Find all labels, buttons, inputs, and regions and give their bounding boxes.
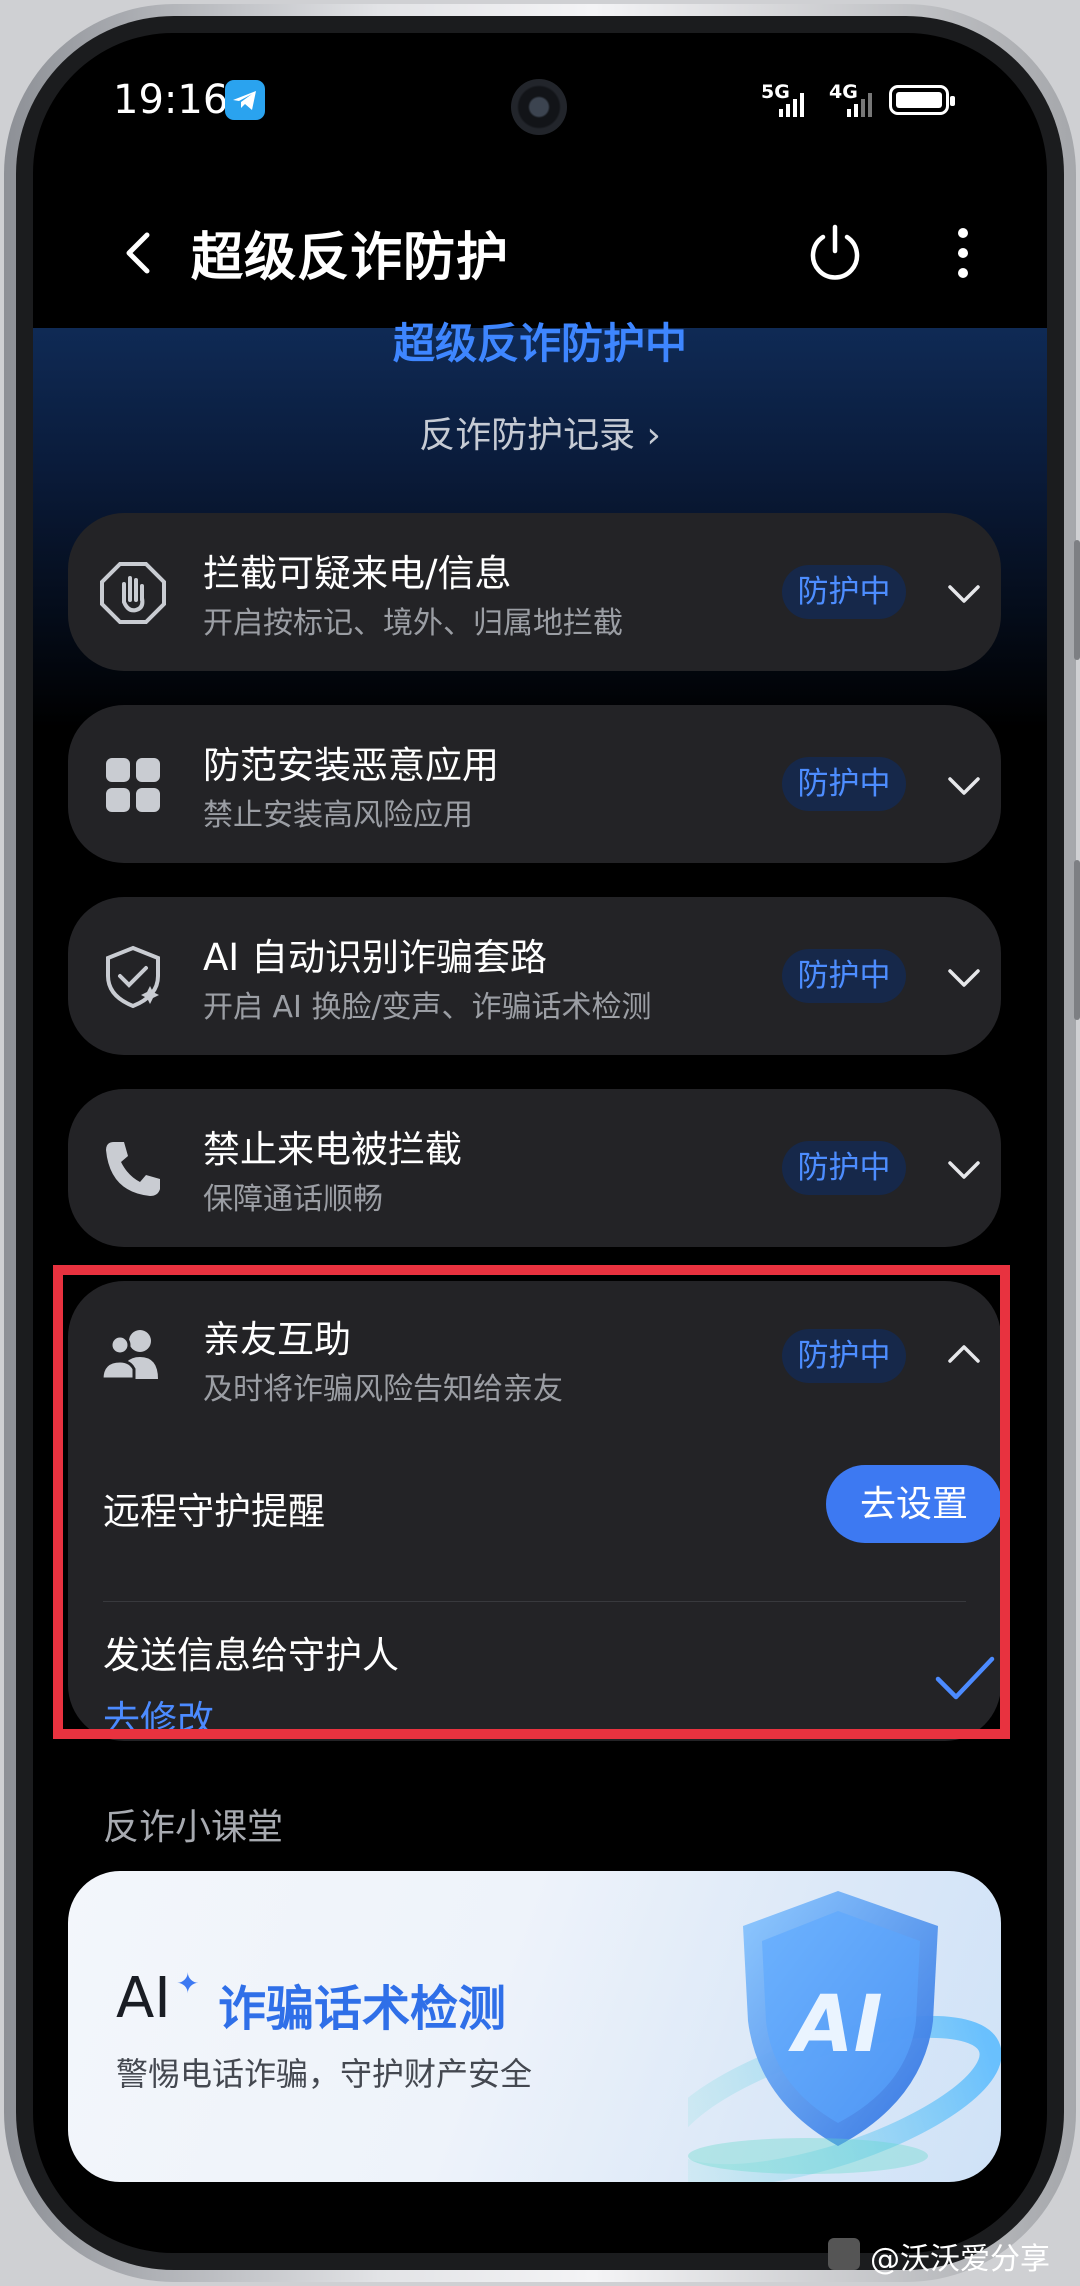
power-side-button	[1074, 860, 1080, 1020]
card-subtitle: 开启按标记、境外、归属地拦截	[203, 606, 623, 641]
chevron-down-icon[interactable]	[946, 575, 982, 611]
shield-ai-text: AI	[787, 1980, 882, 2070]
banner-title: 诈骗话术检测	[218, 1981, 507, 2037]
record-link[interactable]: 反诈防护记录 ›	[33, 406, 1047, 458]
card-subtitle: 开启 AI 换脸/变声、诈骗话术检测	[203, 990, 652, 1025]
screen: 19:16 5G 4G 超级反诈防护中 反诈防护记录 › 超级反诈防护 拦截可疑…	[33, 33, 1047, 2253]
telegram-icon	[225, 80, 265, 120]
chevron-down-icon[interactable]	[946, 767, 982, 803]
card-title: 禁止来电被拦截	[203, 1128, 462, 1171]
power-icon[interactable]	[803, 221, 867, 285]
status-badge: 防护中	[782, 757, 906, 811]
status-badge: 防护中	[782, 565, 906, 619]
shield-ai-icon	[98, 942, 168, 1012]
sparkle-icon: ✦	[176, 1967, 200, 2000]
card-subtitle: 保障通话顺畅	[203, 1182, 383, 1217]
watermark: @沃沃爱分享	[870, 2242, 1050, 2277]
card-title: AI 自动识别诈骗套路	[203, 936, 547, 979]
card-ai-detection[interactable]: AI 自动识别诈骗套路 开启 AI 换脸/变声、诈骗话术检测 防护中	[68, 897, 1001, 1055]
status-bar: 19:16 5G 4G	[33, 33, 1047, 163]
banner-subtitle: 警惕电话诈骗，守护财产安全	[116, 2055, 533, 2093]
card-intercept-calls[interactable]: 拦截可疑来电/信息 开启按标记、境外、归属地拦截 防护中	[68, 513, 1001, 671]
volume-button	[1074, 540, 1080, 660]
card-allow-calls[interactable]: 禁止来电被拦截 保障通话顺畅 防护中	[68, 1089, 1001, 1247]
front-camera	[511, 79, 567, 135]
phone-icon	[98, 1134, 168, 1204]
app-bar: 超级反诈防护	[33, 203, 1047, 303]
back-arrow-icon[interactable]	[111, 223, 171, 283]
status-badge: 防护中	[782, 949, 906, 1003]
highlight-box	[53, 1265, 1010, 1739]
hand-stop-icon	[98, 558, 168, 628]
card-title: 防范安装恶意应用	[203, 744, 499, 787]
card-subtitle: 禁止安装高风险应用	[203, 798, 473, 833]
card-block-malicious-apps[interactable]: 防范安装恶意应用 禁止安装高风险应用 防护中	[68, 705, 1001, 863]
section-title: 反诈小课堂	[103, 1807, 284, 1848]
anti-fraud-banner[interactable]: AI ✦ 诈骗话术检测 警惕电话诈骗，守护财产安全 AI	[68, 1871, 1001, 2182]
card-title: 拦截可疑来电/信息	[203, 552, 512, 595]
watermark-logo-icon	[828, 2238, 860, 2270]
more-options-icon[interactable]	[948, 221, 978, 285]
status-badge: 防护中	[782, 1141, 906, 1195]
protection-status: 超级反诈防护中	[392, 319, 687, 368]
page-title: 超级反诈防护	[191, 228, 510, 288]
ai-shield-illustration: AI	[688, 1891, 1001, 2182]
chevron-down-icon[interactable]	[946, 1151, 982, 1187]
status-time: 19:16	[113, 77, 229, 123]
apps-grid-icon	[98, 750, 168, 820]
banner-ai-label: AI	[116, 1966, 171, 2031]
chevron-down-icon[interactable]	[946, 959, 982, 995]
battery-icon	[889, 85, 955, 115]
